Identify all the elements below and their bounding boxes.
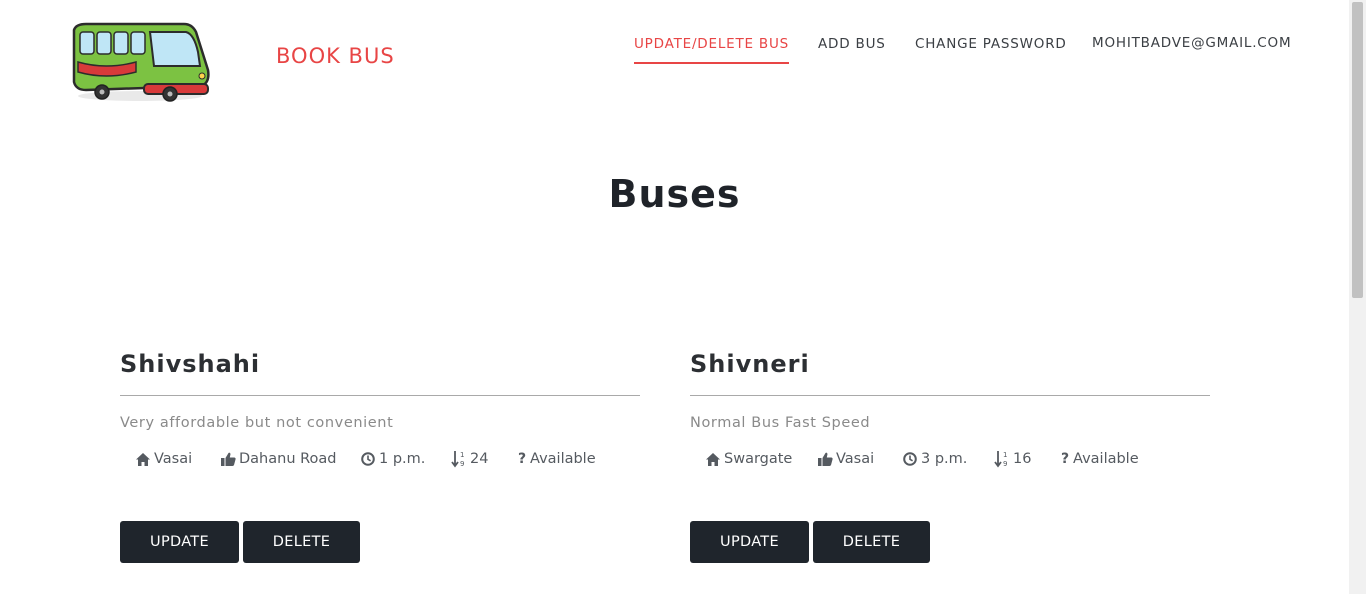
bus-card: Shivshahi Very affordable but not conven… <box>120 350 640 570</box>
bus-details: Vasai Dahanu Road 1 p.m. 19 24 ? Availab… <box>120 451 640 475</box>
svg-text:1: 1 <box>460 451 464 459</box>
bus-time: 1 p.m. <box>360 451 425 467</box>
bus-to: Vasai <box>817 451 874 467</box>
update-button[interactable]: UPDATE <box>120 521 239 563</box>
bus-to: Dahanu Road <box>220 451 337 467</box>
bus-name: Shivneri <box>690 350 1210 396</box>
nav-change-password[interactable]: CHANGE PASSWORD <box>915 36 1067 62</box>
bus-from: Vasai <box>135 451 192 467</box>
home-icon <box>135 451 151 467</box>
svg-text:9: 9 <box>1003 460 1007 468</box>
bus-description: Normal Bus Fast Speed <box>690 415 871 431</box>
bus-details: Swargate Vasai 3 p.m. 19 16 ? Available <box>690 451 1210 475</box>
nav-update-delete-bus[interactable]: UPDATE/DELETE BUS <box>634 36 790 64</box>
nav-add-bus[interactable]: ADD BUS <box>818 36 886 62</box>
bus-card: Shivneri Normal Bus Fast Speed Swargate … <box>690 350 1210 570</box>
bus-description: Very affordable but not convenient <box>120 415 394 431</box>
bus-time: 3 p.m. <box>902 451 967 467</box>
question-icon: ? <box>517 451 527 467</box>
bus-status: ? Available <box>1060 451 1139 467</box>
bus-from: Swargate <box>705 451 792 467</box>
main-nav: UPDATE/DELETE BUS ADD BUS CHANGE PASSWOR… <box>0 35 1366 66</box>
thumbs-up-icon <box>817 451 833 467</box>
bus-name: Shivshahi <box>120 350 640 396</box>
thumbs-up-icon <box>220 451 236 467</box>
delete-button[interactable]: DELETE <box>243 521 360 563</box>
clock-icon <box>902 451 918 467</box>
bus-seats: 19 24 <box>451 451 488 468</box>
bus-seats: 19 16 <box>994 451 1031 468</box>
question-icon: ? <box>1060 451 1070 467</box>
update-button[interactable]: UPDATE <box>690 521 809 563</box>
nav-user-email[interactable]: MOHITBADVE@GMAIL.COM <box>1092 35 1291 61</box>
delete-button[interactable]: DELETE <box>813 521 930 563</box>
bus-status: ? Available <box>517 451 596 467</box>
vertical-scrollbar[interactable] <box>1349 0 1366 594</box>
sort-numeric-icon: 19 <box>994 451 1010 468</box>
clock-icon <box>360 451 376 467</box>
page-title: Buses <box>608 172 741 216</box>
scrollbar-thumb[interactable] <box>1352 2 1363 298</box>
sort-numeric-icon: 19 <box>451 451 467 468</box>
svg-text:1: 1 <box>1003 451 1007 459</box>
svg-text:9: 9 <box>460 460 464 468</box>
home-icon <box>705 451 721 467</box>
